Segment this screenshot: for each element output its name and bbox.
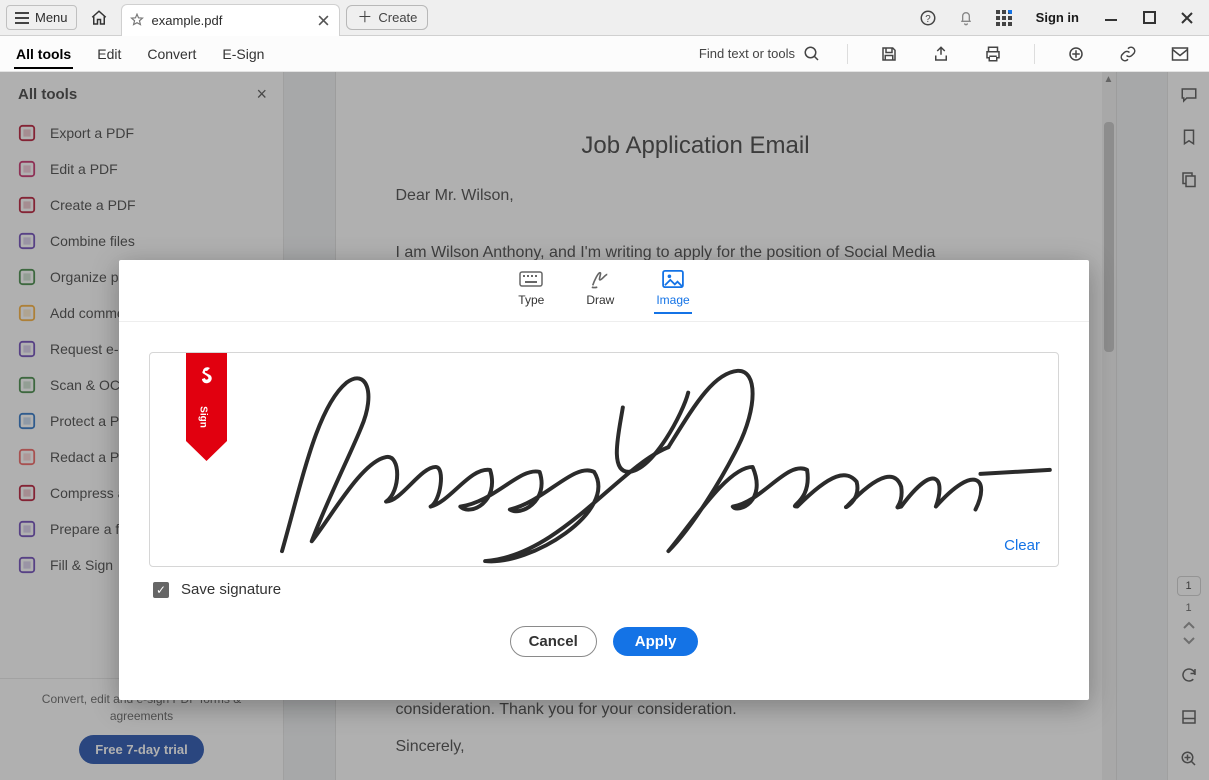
sign-in-label: Sign in (1036, 10, 1079, 25)
sparkle-icon (1067, 45, 1085, 63)
window-minimize[interactable] (1095, 3, 1127, 33)
mail-icon (1171, 46, 1189, 62)
menu-button[interactable]: Menu (6, 5, 77, 30)
cancel-button[interactable]: Cancel (510, 626, 597, 657)
separator (847, 44, 848, 64)
save-icon (880, 45, 898, 63)
link-button[interactable] (1113, 39, 1143, 69)
separator (1034, 44, 1035, 64)
image-icon (661, 269, 685, 289)
tab-convert[interactable]: Convert (145, 40, 198, 68)
notifications-button[interactable] (950, 3, 982, 33)
upload-icon (932, 45, 950, 63)
minimize-icon (1104, 11, 1118, 25)
email-button[interactable] (1165, 39, 1195, 69)
tab-image-label: Image (656, 293, 689, 307)
save-signature-checkbox[interactable]: ✓ (153, 582, 169, 598)
plus-icon: ＋ (357, 11, 372, 25)
sign-ribbon-icon: Sign (186, 353, 227, 463)
maximize-icon (1143, 11, 1156, 24)
save-button[interactable] (874, 39, 904, 69)
dialog-buttons: Cancel Apply (119, 626, 1089, 657)
create-label: Create (378, 10, 417, 25)
apps-grid-icon (996, 10, 1012, 26)
tab-draw-label: Draw (586, 293, 614, 307)
star-icon (130, 13, 144, 27)
tab-edit[interactable]: Edit (95, 40, 123, 68)
dialog-tabs: Type Draw Image (119, 260, 1089, 322)
ai-button[interactable] (1061, 39, 1091, 69)
tab-draw[interactable]: Draw (586, 269, 614, 313)
tab-title: example.pdf (152, 13, 223, 28)
close-tab-icon[interactable] (318, 15, 329, 26)
tab-esign[interactable]: E-Sign (220, 40, 266, 68)
search-icon (803, 45, 821, 63)
signature-image (150, 353, 1058, 566)
svg-text:?: ? (925, 13, 931, 24)
svg-text:Sign: Sign (198, 406, 209, 428)
signature-preview: Sign Clear (149, 352, 1059, 567)
apps-button[interactable] (988, 3, 1020, 33)
help-button[interactable]: ? (912, 3, 944, 33)
create-button[interactable]: ＋ Create (346, 5, 428, 30)
search-box[interactable]: Find text or tools (699, 45, 821, 63)
close-icon (1180, 11, 1194, 25)
signature-dialog: Type Draw Image Sign (119, 260, 1089, 700)
tab-image[interactable]: Image (656, 269, 689, 313)
clear-signature-link[interactable]: Clear (1004, 537, 1040, 554)
link-icon (1119, 45, 1137, 63)
sign-in-button[interactable]: Sign in (1026, 10, 1089, 25)
pen-icon (588, 269, 612, 289)
window-maximize[interactable] (1133, 3, 1165, 33)
apply-button[interactable]: Apply (613, 627, 699, 656)
keyboard-icon (519, 269, 543, 289)
tab-type[interactable]: Type (518, 269, 544, 313)
window-close[interactable] (1171, 3, 1203, 33)
print-icon (984, 45, 1002, 63)
tab-type-label: Type (518, 293, 544, 307)
save-signature-label: Save signature (181, 581, 281, 598)
main-toolbar: All tools Edit Convert E-Sign Find text … (0, 36, 1209, 72)
document-tab[interactable]: example.pdf (121, 4, 341, 36)
share-button[interactable] (926, 39, 956, 69)
menu-label: Menu (35, 10, 68, 25)
main-area: All tools × Export a PDFEdit a PDFCreate… (0, 72, 1209, 780)
help-icon: ? (919, 9, 937, 27)
home-button[interactable] (83, 3, 115, 33)
hamburger-icon (15, 12, 29, 24)
home-icon (90, 9, 108, 27)
search-placeholder: Find text or tools (699, 46, 795, 61)
title-bar: Menu example.pdf ＋ Create ? Sign in (0, 0, 1209, 36)
tab-all-tools[interactable]: All tools (14, 40, 73, 68)
bell-icon (958, 9, 974, 27)
save-signature-row: ✓ Save signature (119, 581, 1089, 598)
print-button[interactable] (978, 39, 1008, 69)
